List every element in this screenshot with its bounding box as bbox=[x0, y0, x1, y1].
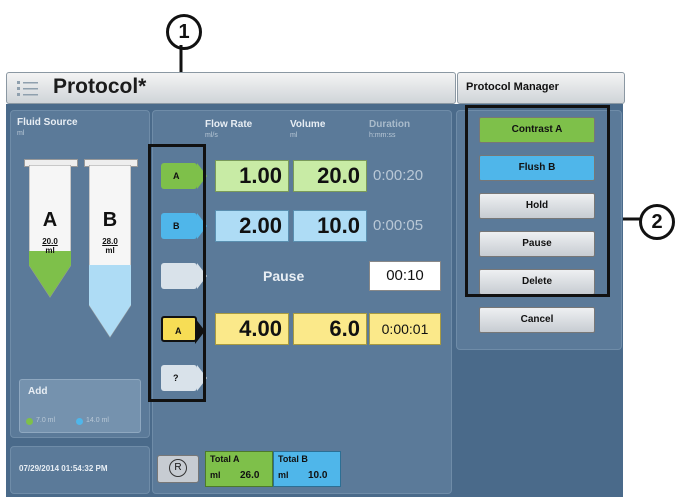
phase-2-flow-rate[interactable]: 2.00 bbox=[215, 210, 289, 242]
contrast-a-dot-icon bbox=[26, 418, 33, 425]
col-volume-unit: ml bbox=[290, 132, 298, 139]
cancel-button[interactable]: Cancel bbox=[479, 307, 595, 333]
syringe-b-letter: B bbox=[102, 209, 118, 231]
protocol-title-bar: Protocol* bbox=[6, 72, 456, 104]
syringe-a-volume: 20.0 bbox=[42, 237, 58, 246]
total-b-box: Total B ml 10.0 bbox=[273, 451, 341, 487]
add-panel[interactable]: Add 7.0 ml 14.0 ml bbox=[19, 379, 141, 433]
add-a-amount: 7.0 ml bbox=[36, 417, 56, 424]
phase-1-duration: 0:00:20 bbox=[373, 167, 424, 184]
datetime-panel: 07/29/2014 01:54:32 PM bbox=[10, 446, 150, 494]
total-a-label: Total A bbox=[210, 454, 240, 464]
phase-1-flow-rate[interactable]: 1.00 bbox=[215, 160, 289, 192]
total-a-unit: ml bbox=[210, 470, 221, 480]
syringe-b-volume: 28.0 bbox=[102, 237, 118, 246]
fluid-source-panel: Fluid Source ml A 20.0 ml B 28.0 ml Add … bbox=[10, 110, 150, 438]
syringe-b[interactable]: B 28.0 ml bbox=[84, 159, 138, 339]
col-flow-rate-label: Flow Rate bbox=[205, 119, 253, 130]
phase-2-duration: 0:00:05 bbox=[373, 217, 424, 234]
syringe-a[interactable]: A 20.0 ml bbox=[24, 159, 78, 299]
phase-1-volume[interactable]: 20.0 bbox=[293, 160, 367, 192]
fluid-source-label: Fluid Source bbox=[17, 117, 78, 128]
add-label: Add bbox=[28, 386, 48, 397]
total-a-value: 26.0 bbox=[240, 470, 260, 481]
total-b-unit: ml bbox=[278, 470, 289, 480]
total-b-value: 10.0 bbox=[308, 470, 328, 481]
add-b-amount: 14.0 ml bbox=[86, 417, 109, 424]
syringe-b-unit: ml bbox=[105, 246, 115, 255]
syringe-a-letter: A bbox=[42, 209, 58, 231]
protocol-manager-title: Protocol Manager bbox=[466, 81, 559, 93]
col-duration-label: Duration bbox=[369, 119, 411, 130]
datetime-text: 07/29/2014 01:54:32 PM bbox=[19, 464, 108, 473]
protocol-manager-bar: Protocol Manager bbox=[457, 72, 625, 104]
col-volume-label: Volume bbox=[290, 119, 326, 130]
reset-totals-button[interactable]: R bbox=[157, 455, 199, 483]
total-b-label: Total B bbox=[278, 454, 308, 464]
fluid-source-unit: ml bbox=[17, 130, 25, 137]
total-a-box: Total A ml 26.0 bbox=[205, 451, 273, 487]
callout-2-outline bbox=[465, 105, 610, 297]
phase-4-duration[interactable]: 0:00:01 bbox=[369, 313, 441, 345]
col-flow-rate-unit: ml/s bbox=[205, 132, 218, 139]
phase-3-pause-label: Pause bbox=[263, 268, 305, 284]
page-title: Protocol* bbox=[53, 75, 147, 98]
list-menu-icon[interactable] bbox=[17, 80, 39, 97]
flush-b-dot-icon bbox=[76, 418, 83, 425]
col-duration-unit: h:mm:ss bbox=[369, 132, 396, 139]
phase-4-flow-rate[interactable]: 4.00 bbox=[215, 313, 289, 345]
syringe-a-unit: ml bbox=[45, 246, 55, 255]
phase-2-volume[interactable]: 10.0 bbox=[293, 210, 367, 242]
phase-4-volume[interactable]: 6.0 bbox=[293, 313, 367, 345]
callout-2: 2 bbox=[639, 204, 675, 240]
callout-1-outline bbox=[148, 144, 206, 402]
reset-icon: R bbox=[169, 459, 187, 477]
phase-3-pause-time[interactable]: 00:10 bbox=[369, 261, 441, 291]
